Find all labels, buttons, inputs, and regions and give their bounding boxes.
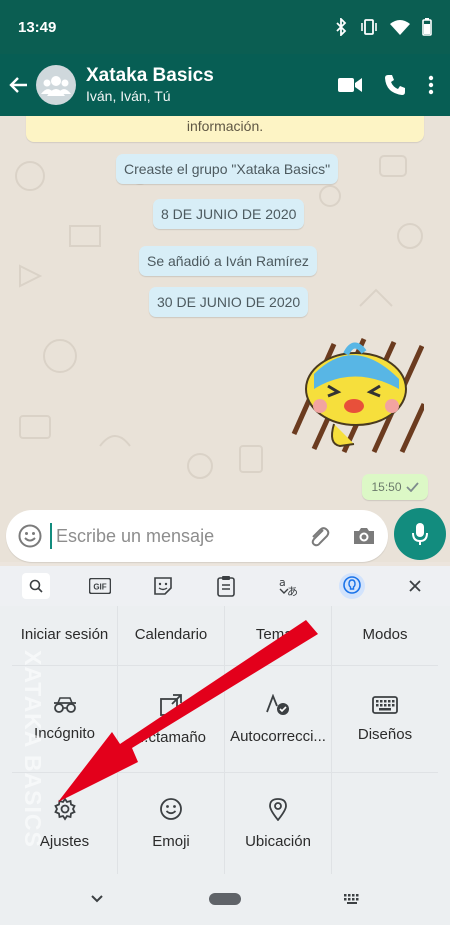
- back-button[interactable]: [2, 54, 36, 116]
- menu-item-modos[interactable]: Modos: [332, 606, 438, 666]
- menu-item-autocorreccion[interactable]: Autocorrecci...: [225, 666, 332, 773]
- theme-button[interactable]: [339, 573, 365, 599]
- arrow-back-icon: [9, 77, 27, 93]
- attach-icon[interactable]: [308, 524, 330, 548]
- gif-button[interactable]: GIF: [87, 573, 113, 599]
- vibrate-icon: [361, 19, 377, 35]
- status-time: 13:49: [18, 18, 57, 36]
- menu-item-calendario[interactable]: Calendario: [118, 606, 225, 666]
- group-icon: [41, 76, 71, 96]
- menu-item-label: ...ctamaño: [135, 728, 207, 746]
- lightbulb-icon: [343, 576, 361, 594]
- sticker-icon: [154, 577, 172, 595]
- menu-item-label: Ubicación: [245, 833, 311, 850]
- keyboard-menu: Iniciar sesión Calendario Temas Modos In…: [0, 606, 450, 874]
- nav-keyboard-switch-button[interactable]: [340, 888, 364, 910]
- menu-item-label: Diseños: [357, 725, 413, 743]
- settings-gear-icon: [53, 797, 76, 821]
- system-nav-bar: [0, 874, 450, 925]
- sticker-image[interactable]: [284, 334, 424, 454]
- phone-call-icon[interactable]: [384, 74, 406, 96]
- composer-row: [0, 508, 450, 562]
- menu-item-disenos[interactable]: Diseños: [332, 666, 438, 773]
- menu-item-label: Ajustes: [39, 833, 90, 850]
- chat-header: Xataka Basics Iván, Iván, Tú: [0, 54, 450, 116]
- menu-item-label: Emoji: [152, 833, 190, 850]
- emoji-icon: [160, 798, 182, 820]
- resize-icon: [160, 693, 182, 716]
- nav-hide-keyboard-button[interactable]: [86, 888, 108, 910]
- video-call-icon[interactable]: [338, 77, 362, 93]
- translate-icon: aあ: [279, 576, 298, 597]
- system-message-group-created: Creaste el grupo "Xataka Basics": [116, 154, 339, 184]
- menu-item-label: Autocorrecci...: [230, 727, 326, 745]
- chevron-down-icon: [91, 895, 103, 903]
- message-time: 15:50: [371, 480, 402, 494]
- menu-item-emoji[interactable]: Emoji: [118, 773, 225, 874]
- menu-item-empty: [332, 773, 438, 874]
- nav-home-button[interactable]: [209, 893, 241, 905]
- menu-item-label: Modos: [362, 626, 408, 643]
- date-divider: 8 DE JUNIO DE 2020: [153, 199, 305, 229]
- message-time-bubble: 15:50: [362, 474, 428, 500]
- svg-text:あ: あ: [287, 585, 298, 597]
- menu-item-label: Calendario: [134, 626, 208, 643]
- group-avatar[interactable]: [36, 65, 76, 105]
- camera-icon[interactable]: [352, 526, 376, 546]
- chat-title: Xataka Basics: [86, 65, 214, 86]
- system-message-added: Se añadió a Iván Ramírez: [139, 246, 317, 276]
- microphone-icon: [412, 523, 428, 545]
- close-icon: [409, 580, 421, 592]
- battery-icon: [422, 18, 432, 36]
- menu-item-label: Iniciar sesión: [20, 626, 109, 643]
- wifi-icon: [390, 20, 410, 35]
- message-input[interactable]: [50, 523, 308, 549]
- close-toolbar-button[interactable]: [402, 573, 428, 599]
- message-box: [6, 510, 388, 562]
- check-icon: [405, 482, 419, 492]
- encryption-notice[interactable]: información.: [26, 116, 424, 142]
- svg-text:a: a: [279, 576, 286, 589]
- autocorrect-icon: [266, 693, 289, 715]
- gif-label: GIF: [93, 583, 106, 592]
- keyboard-search-button[interactable]: [22, 573, 50, 599]
- header-actions: [338, 74, 450, 96]
- translate-button[interactable]: aあ: [276, 573, 302, 599]
- location-pin-icon: [269, 798, 287, 821]
- incognito-icon: [53, 696, 76, 713]
- emoji-icon[interactable]: [18, 524, 42, 548]
- chat-area[interactable]: información. Creaste el grupo "Xataka Ba…: [0, 116, 450, 508]
- more-options-icon[interactable]: [428, 75, 434, 95]
- keyboard-icon: [372, 695, 398, 714]
- sticker-button[interactable]: [150, 573, 176, 599]
- keyboard-toolbar: GIF aあ: [0, 566, 450, 606]
- menu-item-ubicacion[interactable]: Ubicación: [225, 773, 332, 874]
- menu-item-label: Temas: [255, 626, 301, 643]
- clipboard-icon: [217, 576, 235, 597]
- bluetooth-icon: [336, 18, 347, 36]
- chat-subtitle: Iván, Iván, Tú: [86, 88, 171, 104]
- gif-icon: GIF: [89, 578, 111, 594]
- chat-title-block[interactable]: Xataka Basics Iván, Iván, Tú: [86, 65, 214, 105]
- menu-item-resize[interactable]: ...ctamaño: [118, 666, 225, 773]
- search-icon: [29, 579, 43, 593]
- keyboard-icon: [344, 894, 359, 904]
- clipboard-button[interactable]: [213, 573, 239, 599]
- status-icons: [334, 18, 432, 36]
- status-bar: 13:49: [0, 0, 450, 54]
- date-divider: 30 DE JUNIO DE 2020: [149, 287, 309, 317]
- voice-record-button[interactable]: [394, 508, 446, 560]
- keyboard-menu-grid: Iniciar sesión Calendario Temas Modos In…: [12, 606, 438, 874]
- menu-item-temas[interactable]: Temas: [225, 606, 332, 666]
